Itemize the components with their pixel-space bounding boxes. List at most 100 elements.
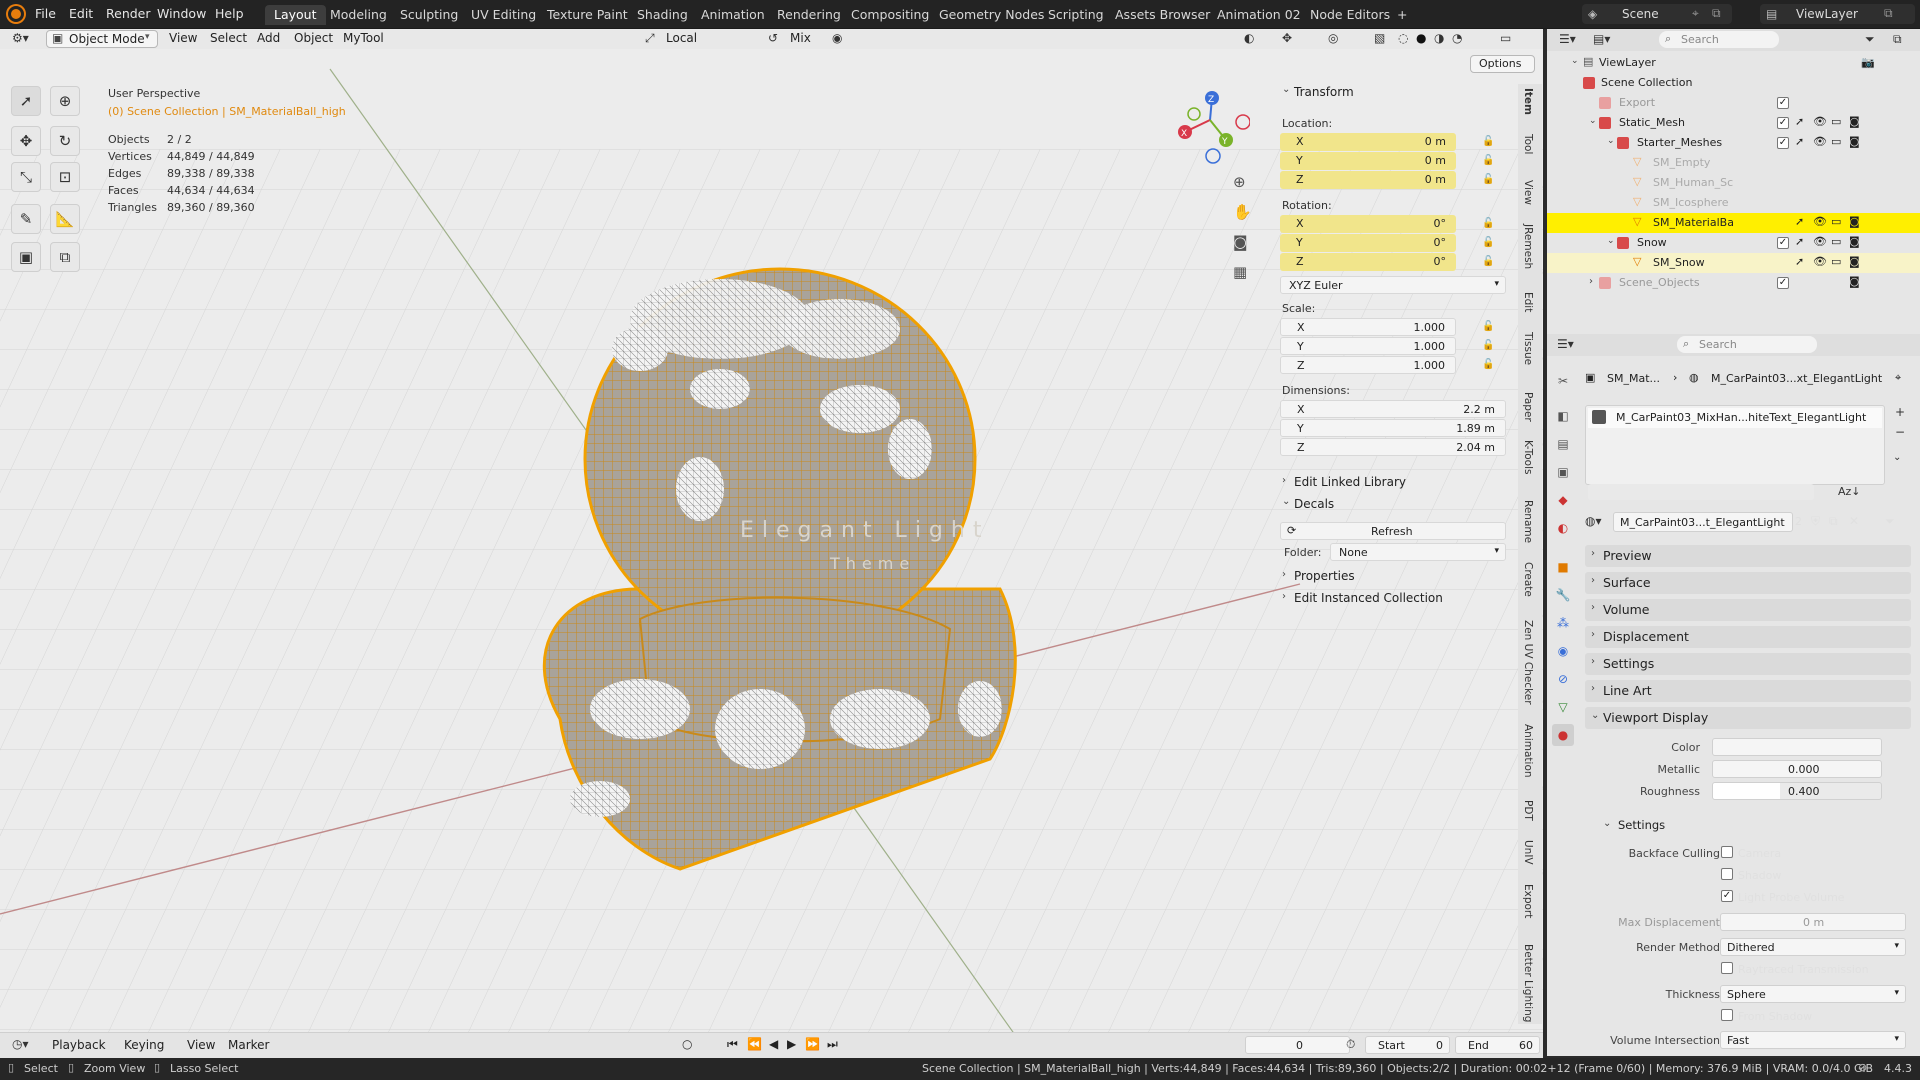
marker-menu[interactable]: Marker — [228, 1038, 269, 1052]
menu-mytool[interactable]: MyTool — [343, 31, 384, 45]
from-shadow-checkbox[interactable] — [1721, 1009, 1733, 1021]
lock-icon[interactable]: 🔓 — [1482, 218, 1494, 229]
current-frame-field[interactable]: 0 — [1245, 1036, 1350, 1054]
camera-icon[interactable]: ◙ — [1849, 255, 1860, 268]
rotation-y-field[interactable]: Y 0° — [1280, 234, 1456, 252]
outliner-row-viewlayer[interactable]: ⌄ ▤ ViewLayer 📷 — [1547, 53, 1920, 73]
sidebar-tab-rename[interactable]: Rename — [1522, 500, 1534, 543]
orientation-icon[interactable]: ⤢ — [645, 31, 655, 46]
selectable-arrow-icon[interactable]: ➚ — [1795, 235, 1804, 248]
duplicate-icon[interactable]: ⧉ — [1829, 514, 1838, 529]
scene-tab-icon[interactable]: ◆ — [1552, 489, 1574, 511]
sidebar-tab-zen-uv-checker[interactable]: Zen UV Checker — [1522, 620, 1534, 705]
outliner-row-export[interactable]: Export ✓ — [1547, 93, 1920, 113]
volume-intersection-dropdown[interactable]: Fast ▾ — [1720, 1031, 1906, 1049]
render-tab-icon[interactable]: ◧ — [1552, 405, 1574, 427]
tool-tab-icon[interactable]: ✂ — [1552, 370, 1574, 392]
snap-icon[interactable]: ↺ — [768, 31, 778, 45]
section-preview[interactable]: › Preview — [1585, 545, 1911, 567]
outliner-row-sm-empty[interactable]: ▽ SM_Empty — [1547, 153, 1920, 173]
constraints-tab-icon[interactable]: ⊘ — [1552, 668, 1574, 690]
menu-render[interactable]: Render — [106, 6, 151, 21]
chevron-down-icon[interactable]: ⌄ — [1282, 84, 1290, 95]
lock-icon[interactable]: 🔓 — [1482, 321, 1494, 332]
snap-dropdown[interactable]: Mix — [790, 31, 811, 45]
include-checkbox[interactable]: ✓ — [1777, 237, 1789, 249]
copy-icon[interactable]: ⧉ — [1712, 6, 1721, 21]
slot-filter-input[interactable] — [1588, 484, 1814, 500]
xray-toggle-icon[interactable]: ▧ — [1374, 31, 1385, 45]
material-shading-icon[interactable]: ◑ — [1434, 31, 1444, 45]
monitor-icon[interactable]: ▭ — [1831, 215, 1841, 228]
include-checkbox[interactable]: ✓ — [1777, 97, 1789, 109]
location-y-field[interactable]: Y 0 m — [1280, 152, 1456, 170]
annotate-tool-icon[interactable]: ✎ — [11, 204, 41, 234]
material-tab-icon[interactable]: ● — [1552, 724, 1574, 746]
scene-selector[interactable]: ◈ Scene ⌖ ⧉ — [1582, 4, 1732, 24]
sidebar-tab-view[interactable]: View — [1522, 180, 1534, 205]
outliner-row-scene-objects[interactable]: › Scene_Objects ✓ ◙ — [1547, 273, 1920, 293]
wireframe-shading-icon[interactable]: ◌ — [1398, 31, 1408, 45]
editor-type-icon[interactable]: ⚙▾ — [12, 31, 29, 45]
solid-shading-icon[interactable]: ● — [1416, 31, 1426, 45]
add-cube-tool-icon[interactable]: ▣ — [11, 242, 41, 272]
scale-y-field[interactable]: Y 1.000 — [1280, 337, 1456, 355]
tab-modeling[interactable]: Modeling — [321, 5, 396, 25]
include-checkbox[interactable]: ✓ — [1777, 277, 1789, 289]
lock-icon[interactable]: 🔓 — [1482, 136, 1494, 147]
fake-user-shield-icon[interactable]: ⛨ — [1811, 514, 1820, 529]
editor-type-icon[interactable]: ☰▾ — [1559, 32, 1576, 46]
properties-panel[interactable]: Properties — [1294, 569, 1355, 583]
outliner-row-sm-materialball[interactable]: ▽ SM_MaterialBa ➚ 👁 ▭ ◙ — [1547, 213, 1920, 233]
view-menu[interactable]: View — [187, 1038, 215, 1052]
roughness-slider[interactable]: 0.400 — [1712, 782, 1882, 800]
material-name-field[interactable]: M_CarPaint03...t_ElegantLight — [1613, 512, 1793, 532]
selectable-arrow-icon[interactable]: ➚ — [1795, 255, 1804, 268]
tab-assets-browser[interactable]: Assets Browser — [1106, 5, 1219, 25]
zoom-icon[interactable]: ⊕ — [1233, 173, 1246, 191]
node-filter-icon[interactable]: ⏷ — [1885, 514, 1895, 529]
material-slot-row[interactable]: M_CarPaint03_MixHan...hiteText_ElegantLi… — [1588, 408, 1882, 428]
sidebar-tab-animation[interactable]: Animation — [1522, 724, 1534, 778]
viewlayer-selector[interactable]: ▤ ViewLayer ⧉ — [1760, 4, 1915, 24]
tab-texture-paint[interactable]: Texture Paint — [538, 5, 637, 25]
gizmo-toggle-icon[interactable]: ✥ — [1282, 31, 1292, 45]
add-workspace-button[interactable]: + — [1388, 5, 1416, 25]
outliner-search-input[interactable]: ⌕ Search — [1659, 31, 1779, 48]
editor-split-icon[interactable]: ▭ — [1500, 31, 1511, 45]
record-icon[interactable]: ○ — [682, 1037, 692, 1051]
menu-file[interactable]: File — [35, 6, 56, 21]
sidebar-tab-edit[interactable]: Edit — [1522, 292, 1534, 312]
rotation-x-field[interactable]: X 0° — [1280, 215, 1456, 233]
lock-icon[interactable]: 🔓 — [1482, 359, 1494, 370]
options-button[interactable]: Options — [1470, 55, 1535, 73]
visibility-icon[interactable]: ◐ — [1244, 31, 1254, 45]
properties-search-input[interactable]: ⌕ Search — [1677, 336, 1817, 353]
filter-icon[interactable]: ⏷ — [1865, 32, 1875, 47]
eye-icon[interactable]: 👁 — [1813, 255, 1827, 268]
tab-rendering[interactable]: Rendering — [768, 5, 850, 25]
chevron-right-icon[interactable]: › — [1282, 475, 1286, 486]
section-settings[interactable]: › Settings — [1585, 653, 1911, 675]
menu-add[interactable]: Add — [257, 31, 280, 45]
sidebar-tab-univ[interactable]: UnIV — [1522, 840, 1534, 865]
sidebar-tab-paper[interactable]: Paper — [1522, 392, 1534, 422]
chevron-down-icon[interactable]: ⌄ — [1603, 818, 1611, 829]
location-z-field[interactable]: Z 0 m — [1280, 171, 1456, 189]
chevron-down-icon[interactable]: ⌄ — [1282, 496, 1290, 507]
menu-help[interactable]: Help — [215, 6, 244, 21]
outliner-row-sm-human[interactable]: ▽ SM_Human_Sc — [1547, 173, 1920, 193]
camera-icon[interactable]: ◙ — [1849, 275, 1860, 288]
monitor-icon[interactable]: ▭ — [1831, 115, 1841, 128]
tab-animation-02[interactable]: Animation 02 — [1208, 5, 1310, 25]
menu-object[interactable]: Object — [294, 31, 333, 45]
edit-instanced-collection-panel[interactable]: Edit Instanced Collection — [1294, 591, 1443, 605]
copy-icon[interactable]: ⧉ — [1884, 6, 1893, 21]
proportional-edit-icon[interactable]: ◉ — [832, 31, 842, 45]
rotation-z-field[interactable]: Z 0° — [1280, 253, 1456, 271]
sidebar-tab-export[interactable]: Export — [1522, 884, 1534, 918]
camera-checkbox[interactable] — [1721, 846, 1733, 858]
folder-dropdown[interactable]: None ▾ — [1330, 543, 1506, 561]
section-surface[interactable]: › Surface — [1585, 572, 1911, 594]
jump-start-icon[interactable]: ⏮ — [727, 1037, 738, 1052]
